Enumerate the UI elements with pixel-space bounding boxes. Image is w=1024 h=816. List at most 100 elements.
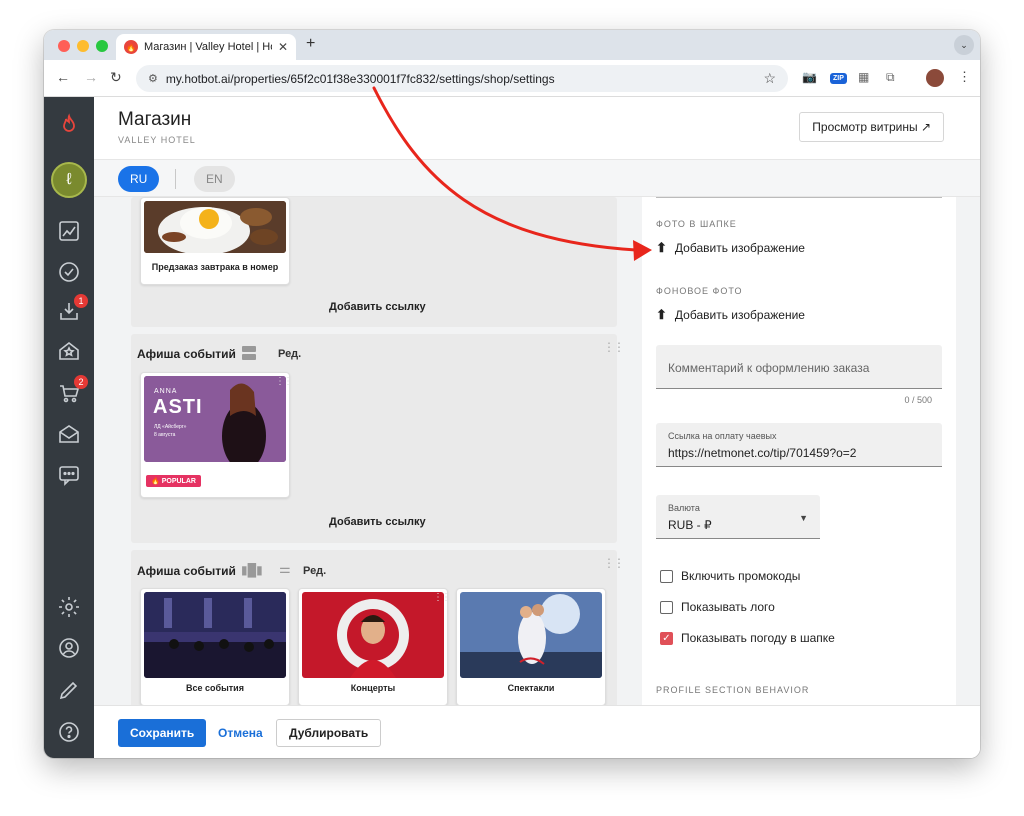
new-tab-icon[interactable]: +: [306, 35, 315, 53]
upload-icon: ⬆: [656, 240, 667, 255]
field-underline: [656, 197, 942, 198]
event-card-concerts[interactable]: Концерты ⋮⋮: [298, 588, 451, 705]
cancel-button[interactable]: Отмена: [218, 726, 263, 740]
section-top: Предзаказ завтрака в номер Добавить ссыл…: [131, 197, 617, 327]
tab-search-icon[interactable]: ⌄: [954, 35, 974, 55]
weather-checkbox-box[interactable]: ✓: [660, 631, 673, 645]
site-info-icon[interactable]: ⚙: [148, 72, 158, 85]
popular-badge: 🔥 POPULAR: [146, 475, 201, 487]
footer-bar: Сохранить Отмена Дублировать: [94, 705, 980, 758]
sidebar-rail: ℓ 1 2: [44, 97, 94, 758]
all-events-image: [144, 592, 286, 678]
filter-sliders-icon[interactable]: ⚌: [279, 561, 291, 577]
card-drag-handle-icon-2[interactable]: ⋮⋮: [433, 592, 451, 603]
add-link-button-2[interactable]: Добавить ссылку: [329, 516, 426, 528]
save-button[interactable]: Сохранить: [118, 719, 207, 747]
page-subtitle: VALLEY HOTEL: [118, 135, 196, 145]
logo-checkbox[interactable]: Показывать лого: [660, 600, 775, 614]
card-label-concerts: Концерты: [350, 683, 396, 693]
tab-close-icon[interactable]: ✕: [278, 40, 288, 54]
page-header: Магазин VALLEY HOTEL Просмотр витрины ↗: [94, 97, 980, 159]
edit-link[interactable]: Ред.: [278, 348, 301, 360]
weather-checkbox[interactable]: ✓ Показывать погоду в шапке: [660, 631, 835, 645]
promo-checkbox-label: Включить промокоды: [681, 569, 801, 583]
language-bar: RU EN: [94, 159, 980, 197]
address-bar[interactable]: ⚙ my.hotbot.ai/properties/65f2c01f38e330…: [136, 65, 788, 92]
mail-icon[interactable]: [55, 420, 83, 448]
url-text: my.hotbot.ai/properties/65f2c01f38e33000…: [165, 71, 555, 86]
hotbot-favicon-icon: 🔥: [124, 40, 138, 54]
plays-image: [460, 592, 602, 678]
reload-icon[interactable]: ↻: [110, 69, 122, 86]
hotbot-logo-icon[interactable]: [55, 111, 83, 139]
header-photo-upload-label: Добавить изображение: [674, 241, 805, 255]
card-label-plays: Спектакли: [507, 683, 555, 693]
concerts-image: [302, 592, 444, 678]
maximize-window-button[interactable]: [96, 40, 108, 52]
edit-pencil-icon[interactable]: [55, 676, 83, 704]
section-title: Афиша событий: [137, 347, 236, 361]
promo-checkbox[interactable]: Включить промокоды: [660, 569, 800, 583]
event-card-all[interactable]: Все события: [140, 588, 290, 705]
drag-handle-icon-2[interactable]: ⋮⋮: [603, 556, 625, 570]
bookmark-star-icon[interactable]: ☆: [763, 70, 776, 87]
lang-en-button[interactable]: EN: [194, 166, 235, 192]
tips-link-label: Ссылка на оплату чаевых: [668, 431, 777, 441]
browser-tab[interactable]: 🔥 Магазин | Valley Hotel | Hotb ✕: [116, 34, 296, 60]
inbox-badge: 1: [74, 294, 88, 308]
minimize-window-button[interactable]: [77, 40, 89, 52]
drag-handle-icon[interactable]: ⋮⋮: [603, 340, 625, 354]
browser-toolbar: ← → ↻ ⚙ my.hotbot.ai/properties/65f2c01f…: [44, 60, 980, 97]
analytics-icon[interactable]: [55, 217, 83, 245]
tips-link-value: https://netmonet.co/tip/701459?o=2: [668, 446, 857, 460]
header-photo-upload-button[interactable]: ⬆ Добавить изображение: [656, 240, 805, 256]
edit-link-2[interactable]: Ред.: [303, 565, 326, 577]
lang-divider: [175, 169, 176, 189]
lang-ru-button[interactable]: RU: [118, 166, 160, 192]
poster-date: 8 августа: [154, 432, 176, 438]
profile-behavior-label: PROFILE SECTION BEHAVIOR: [656, 685, 810, 695]
browser-menu-icon[interactable]: ⋮: [958, 69, 971, 85]
zip-extension-icon[interactable]: ZIP: [830, 73, 847, 84]
bg-photo-upload-button[interactable]: ⬆ Добавить изображение: [656, 307, 805, 323]
logo-checkbox-box[interactable]: [660, 600, 673, 614]
poster-venue: ЛД «Айсберг»: [154, 424, 187, 430]
qr-extension-icon[interactable]: ▦: [858, 70, 869, 84]
property-avatar[interactable]: ℓ: [51, 162, 87, 198]
forward-icon[interactable]: →: [84, 69, 98, 85]
poster-artist-name: ANNA: [154, 388, 178, 395]
user-profile-icon[interactable]: [55, 634, 83, 662]
preview-storefront-button[interactable]: Просмотр витрины ↗: [799, 112, 944, 142]
promo-checkbox-box[interactable]: [660, 569, 673, 583]
list-layout-icon[interactable]: [242, 346, 256, 360]
currency-select[interactable]: Валюта RUB - ₽ ▼: [656, 495, 820, 539]
tips-link-field[interactable]: Ссылка на оплату чаевых https://netmonet…: [656, 423, 942, 467]
upload-icon-2: ⬆: [656, 307, 667, 322]
close-window-button[interactable]: [58, 40, 70, 52]
tasks-check-icon[interactable]: [55, 258, 83, 286]
event-card-anna-asti[interactable]: ANNA ASTI ЛД «Айсберг» 8 августа 🔥 POPULA…: [140, 372, 293, 498]
main-content: Предзаказ завтрака в номер Добавить ссыл…: [94, 197, 980, 705]
duplicate-button[interactable]: Дублировать: [276, 719, 382, 747]
currency-value: RUB - ₽: [668, 518, 712, 532]
add-link-button[interactable]: Добавить ссылку: [329, 301, 426, 313]
chat-icon[interactable]: [55, 461, 83, 489]
settings-gear-icon[interactable]: [55, 593, 83, 621]
extensions-puzzle-icon[interactable]: ⧉: [886, 70, 895, 85]
header-photo-label: ФОТО В ШАПКЕ: [656, 219, 737, 229]
back-icon[interactable]: ←: [56, 69, 70, 85]
cart-badge: 2: [74, 375, 88, 389]
popular-badge-label: POPULAR: [161, 477, 196, 485]
card-drag-handle-icon[interactable]: ⋮⋮: [275, 376, 293, 387]
section-events-1: Афиша событий Ред. ⋮⋮ ANNA ASTI ЛД «Айсб…: [131, 334, 625, 543]
help-icon[interactable]: [55, 718, 83, 746]
reviews-star-icon[interactable]: [55, 337, 83, 365]
camera-extension-icon[interactable]: 📷: [802, 70, 817, 84]
carousel-layout-icon[interactable]: ▮█▮: [241, 563, 263, 577]
section-title-2: Афиша событий: [137, 564, 236, 578]
breakfast-card[interactable]: Предзаказ завтрака в номер: [140, 197, 290, 285]
comment-counter: 0 / 500: [904, 395, 932, 405]
profile-avatar[interactable]: [926, 69, 944, 87]
event-card-plays[interactable]: Спектакли: [456, 588, 606, 705]
order-comment-field[interactable]: Комментарий к оформлению заказа: [656, 345, 942, 389]
